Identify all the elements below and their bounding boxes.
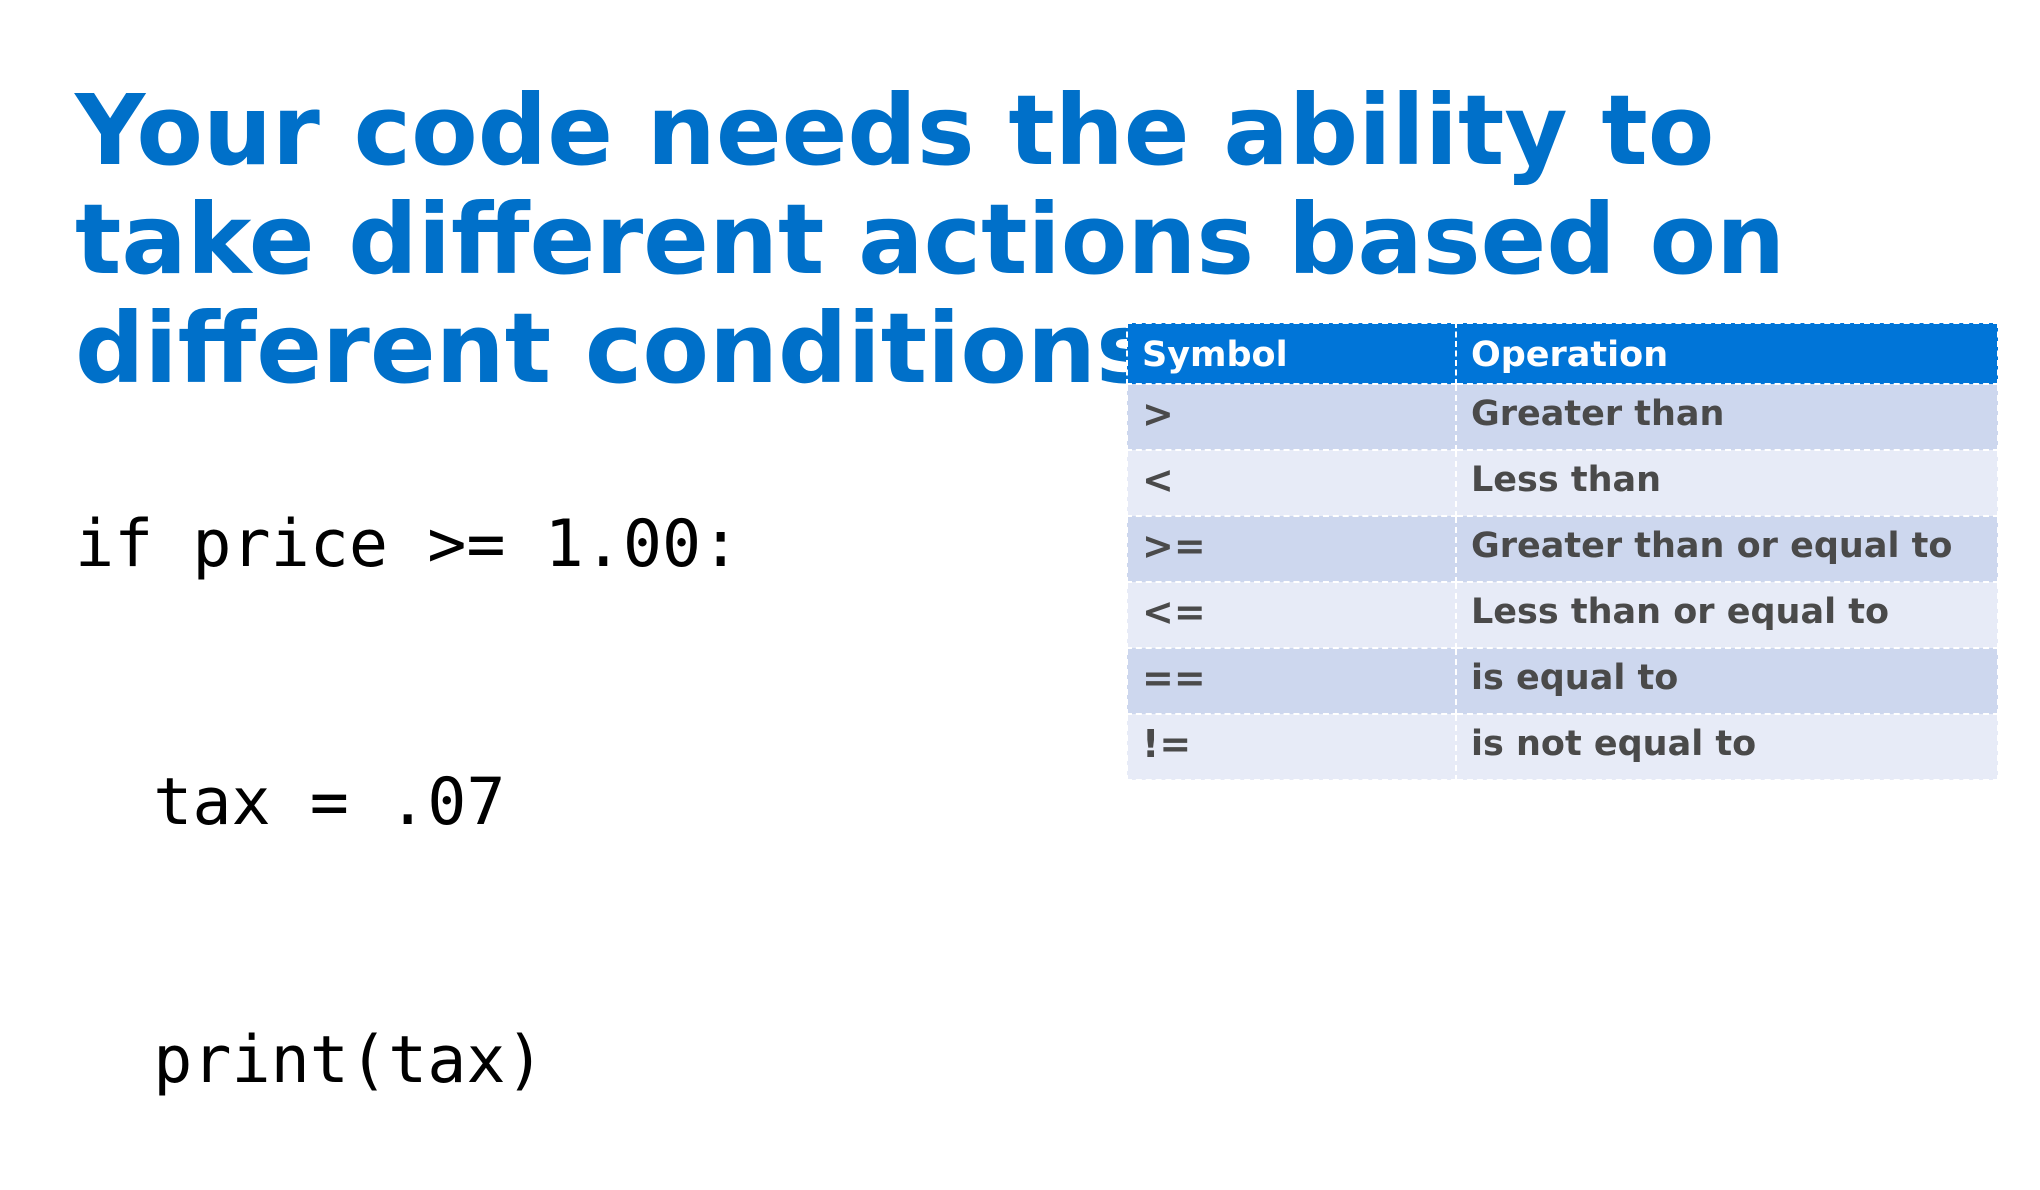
symbol-cell: >=: [1126, 515, 1457, 583]
table-row: > Greater than: [1126, 383, 1999, 451]
code-line: print(tax): [75, 1023, 545, 1098]
symbol-cell: !=: [1126, 713, 1457, 781]
header-symbol: Symbol: [1126, 322, 1457, 385]
operation-cell: Greater than: [1455, 383, 1999, 451]
table-row: == is equal to: [1126, 647, 1999, 715]
operation-cell: is not equal to: [1455, 713, 1999, 781]
table-row: >= Greater than or equal to: [1126, 515, 1999, 583]
header-operation: Operation: [1455, 322, 1999, 385]
operation-cell: Greater than or equal to: [1455, 515, 1999, 583]
code-line: if price >= 1.00:: [75, 507, 741, 582]
slide-title-line: Your code needs the ability to: [75, 74, 1715, 187]
operation-cell: is equal to: [1455, 647, 1999, 715]
code-example: if price >= 1.00: tax = .07 print(tax): [75, 330, 740, 1190]
operation-cell: Less than: [1455, 449, 1999, 517]
operation-cell: Less than or equal to: [1455, 581, 1999, 649]
code-line: tax = .07: [75, 765, 506, 840]
symbol-cell: <=: [1126, 581, 1457, 649]
table-row: < Less than: [1126, 449, 1999, 517]
symbol-cell: >: [1126, 383, 1457, 451]
comparison-operators-table: Symbol Operation > Greater than < Less t…: [1126, 322, 1999, 781]
table-row: != is not equal to: [1126, 713, 1999, 781]
slide-title-line: take different actions based on: [75, 183, 1786, 296]
symbol-cell: <: [1126, 449, 1457, 517]
table-header-row: Symbol Operation: [1126, 322, 1999, 385]
table-row: <= Less than or equal to: [1126, 581, 1999, 649]
symbol-cell: ==: [1126, 647, 1457, 715]
